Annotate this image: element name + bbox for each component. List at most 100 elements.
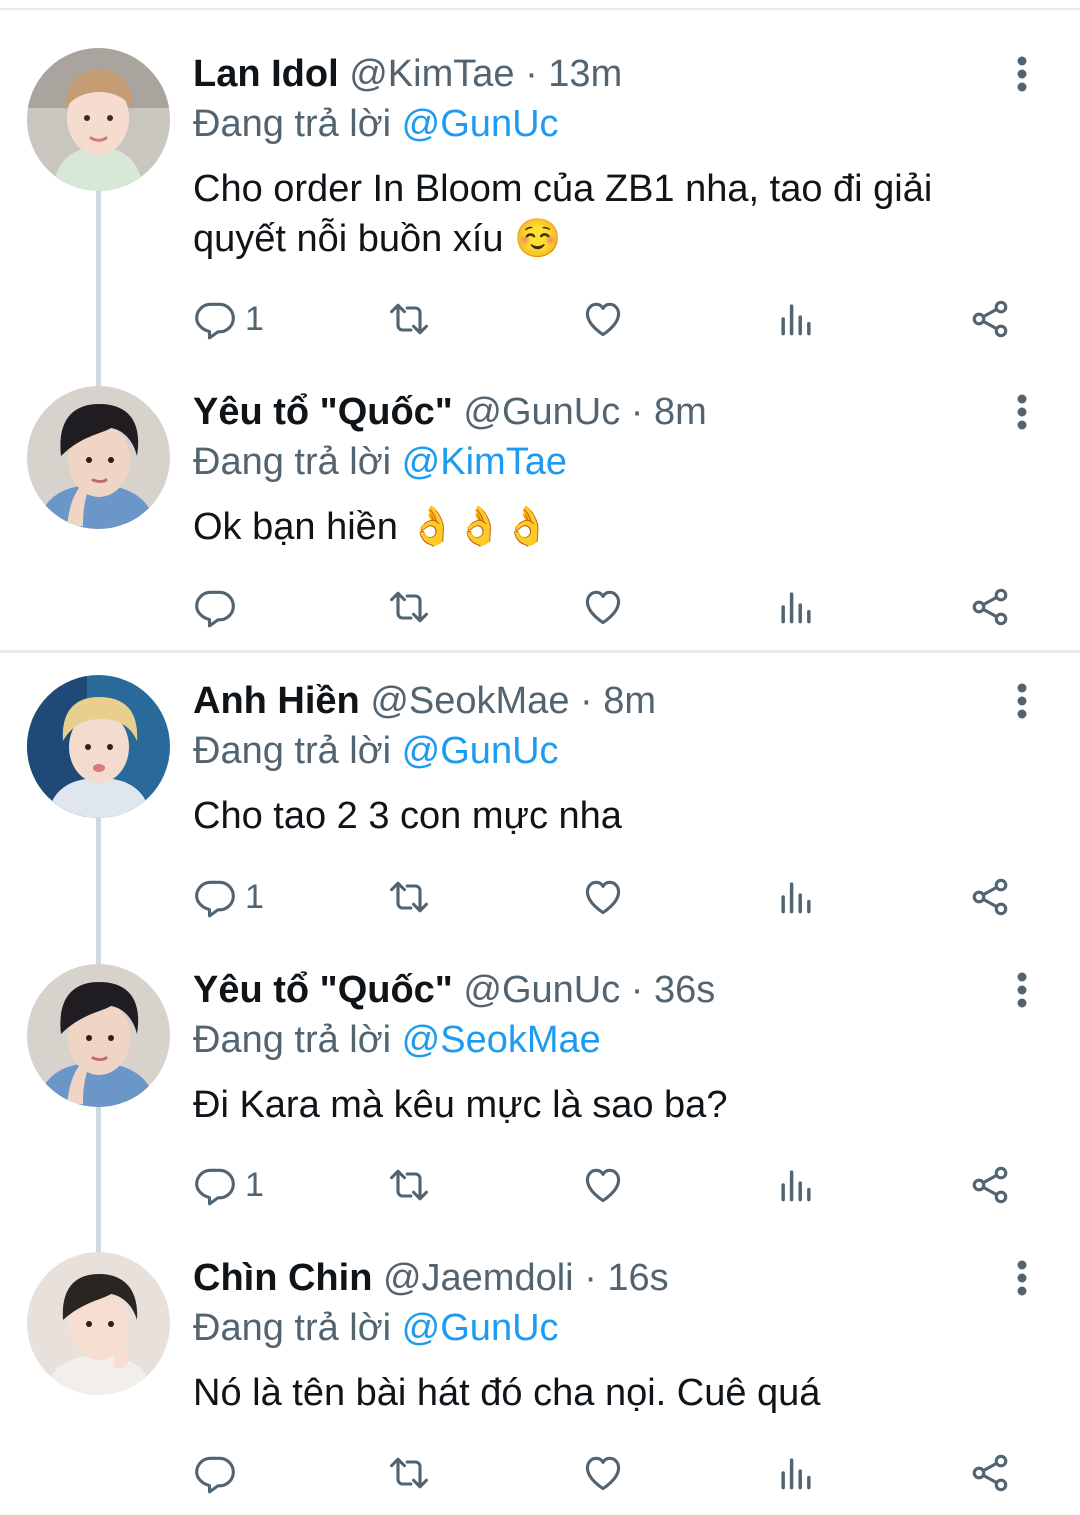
more-vertical-icon[interactable]: [1004, 1258, 1040, 1298]
reply-button[interactable]: 1: [193, 1160, 264, 1210]
share-button[interactable]: [968, 872, 1012, 922]
avatar[interactable]: [27, 675, 170, 818]
retweet-icon: [387, 1451, 431, 1495]
replying-to: Đang trả lời @GunUc: [193, 727, 559, 775]
user-name[interactable]: Anh Hiền: [193, 680, 360, 722]
views-button[interactable]: [774, 1160, 818, 1210]
replying-to: Đang trả lời @SeokMae: [193, 1016, 601, 1064]
retweet-button[interactable]: [387, 582, 431, 632]
retweet-button[interactable]: [387, 1448, 431, 1498]
tweet-header: Anh Hiền @SeokMae · 8m: [193, 677, 656, 725]
mention-link[interactable]: @GunUc: [402, 1307, 559, 1349]
tweet-actions: 1: [0, 872, 1080, 922]
more-vertical-icon[interactable]: [1004, 54, 1040, 94]
user-handle[interactable]: @KimTae: [349, 53, 514, 95]
tweet-text: Ok bạn hiền 👌👌👌: [193, 506, 551, 548]
like-button[interactable]: [581, 1160, 625, 1210]
share-button[interactable]: [968, 294, 1012, 344]
reply-prefix: Đang trả lời: [193, 730, 392, 772]
reply-button[interactable]: [193, 582, 245, 632]
user-name[interactable]: Yêu tổ "Quốc": [193, 391, 453, 433]
retweet-button[interactable]: [387, 1160, 431, 1210]
user-name[interactable]: Chìn Chin: [193, 1257, 372, 1299]
more-vertical-icon[interactable]: [1004, 392, 1040, 432]
user-handle[interactable]: @GunUc: [463, 391, 620, 433]
user-name[interactable]: Lan Idol: [193, 53, 339, 95]
like-button[interactable]: [581, 1448, 625, 1498]
share-button[interactable]: [968, 582, 1012, 632]
tweet-time[interactable]: 16s: [607, 1257, 668, 1299]
reply-icon: [193, 585, 237, 629]
separator-dot: ·: [580, 680, 593, 722]
views-icon: [774, 585, 818, 629]
reply-button[interactable]: [193, 1448, 245, 1498]
retweet-icon: [387, 297, 431, 341]
tweet-time[interactable]: 13m: [548, 53, 622, 95]
views-button[interactable]: [774, 872, 818, 922]
avatar[interactable]: [27, 964, 170, 1107]
reply-count: 1: [245, 1165, 264, 1204]
retweet-icon: [387, 585, 431, 629]
reply-prefix: Đang trả lời: [193, 103, 392, 145]
more-vertical-icon[interactable]: [1004, 970, 1040, 1010]
thread-line: [96, 190, 101, 390]
avatar[interactable]: [27, 48, 170, 191]
mention-link[interactable]: @SeokMae: [402, 1019, 601, 1061]
retweet-button[interactable]: [387, 294, 431, 344]
avatar[interactable]: [27, 1252, 170, 1395]
share-button[interactable]: [968, 1160, 1012, 1210]
tweet-text: Đi Kara mà kêu mực là sao ba?: [193, 1084, 728, 1126]
retweet-icon: [387, 1163, 431, 1207]
tweet-header: Yêu tổ "Quốc" @GunUc · 36s: [193, 966, 715, 1014]
reply-prefix: Đang trả lời: [193, 1019, 392, 1061]
views-icon: [774, 1451, 818, 1495]
share-icon: [968, 875, 1012, 919]
retweet-icon: [387, 875, 431, 919]
like-button[interactable]: [581, 582, 625, 632]
tweet-text: Nó là tên bài hát đó cha nọi. Cuê quá: [193, 1372, 821, 1414]
avatar[interactable]: [27, 386, 170, 529]
heart-icon: [581, 297, 625, 341]
tweet-actions: 1: [0, 1160, 1080, 1210]
replying-to: Đang trả lời @GunUc: [193, 1304, 559, 1352]
user-handle[interactable]: @GunUc: [463, 969, 620, 1011]
user-name[interactable]: Yêu tổ "Quốc": [193, 969, 453, 1011]
like-button[interactable]: [581, 294, 625, 344]
views-button[interactable]: [774, 582, 818, 632]
heart-icon: [581, 1451, 625, 1495]
heart-icon: [581, 875, 625, 919]
mention-link[interactable]: @GunUc: [402, 103, 559, 145]
reply-button[interactable]: 1: [193, 872, 264, 922]
tweet-time[interactable]: 8m: [603, 680, 656, 722]
reply-icon: [193, 1451, 237, 1495]
tweet-actions: [0, 1448, 1080, 1498]
reply-prefix: Đang trả lời: [193, 1307, 392, 1349]
thread-divider: [0, 650, 1080, 653]
retweet-button[interactable]: [387, 872, 431, 922]
reply-icon: [193, 875, 237, 919]
reply-icon: [193, 1163, 237, 1207]
tweet-actions: 1: [0, 294, 1080, 344]
tweet-time[interactable]: 36s: [654, 969, 715, 1011]
share-button[interactable]: [968, 1448, 1012, 1498]
heart-icon: [581, 1163, 625, 1207]
separator-dot: ·: [584, 1257, 597, 1299]
views-button[interactable]: [774, 294, 818, 344]
tweet-header: Chìn Chin @Jaemdoli · 16s: [193, 1254, 669, 1302]
tweet-time[interactable]: 8m: [654, 391, 707, 433]
tweet-actions: [0, 582, 1080, 632]
replying-to: Đang trả lời @KimTae: [193, 438, 567, 486]
reply-prefix: Đang trả lời: [193, 441, 392, 483]
user-handle[interactable]: @SeokMae: [370, 680, 569, 722]
share-icon: [968, 297, 1012, 341]
reply-button[interactable]: 1: [193, 294, 264, 344]
mention-link[interactable]: @GunUc: [402, 730, 559, 772]
views-button[interactable]: [774, 1448, 818, 1498]
user-handle[interactable]: @Jaemdoli: [383, 1257, 574, 1299]
separator-dot: ·: [630, 969, 644, 1011]
share-icon: [968, 1451, 1012, 1495]
more-vertical-icon[interactable]: [1004, 681, 1040, 721]
heart-icon: [581, 585, 625, 629]
mention-link[interactable]: @KimTae: [402, 441, 567, 483]
like-button[interactable]: [581, 872, 625, 922]
